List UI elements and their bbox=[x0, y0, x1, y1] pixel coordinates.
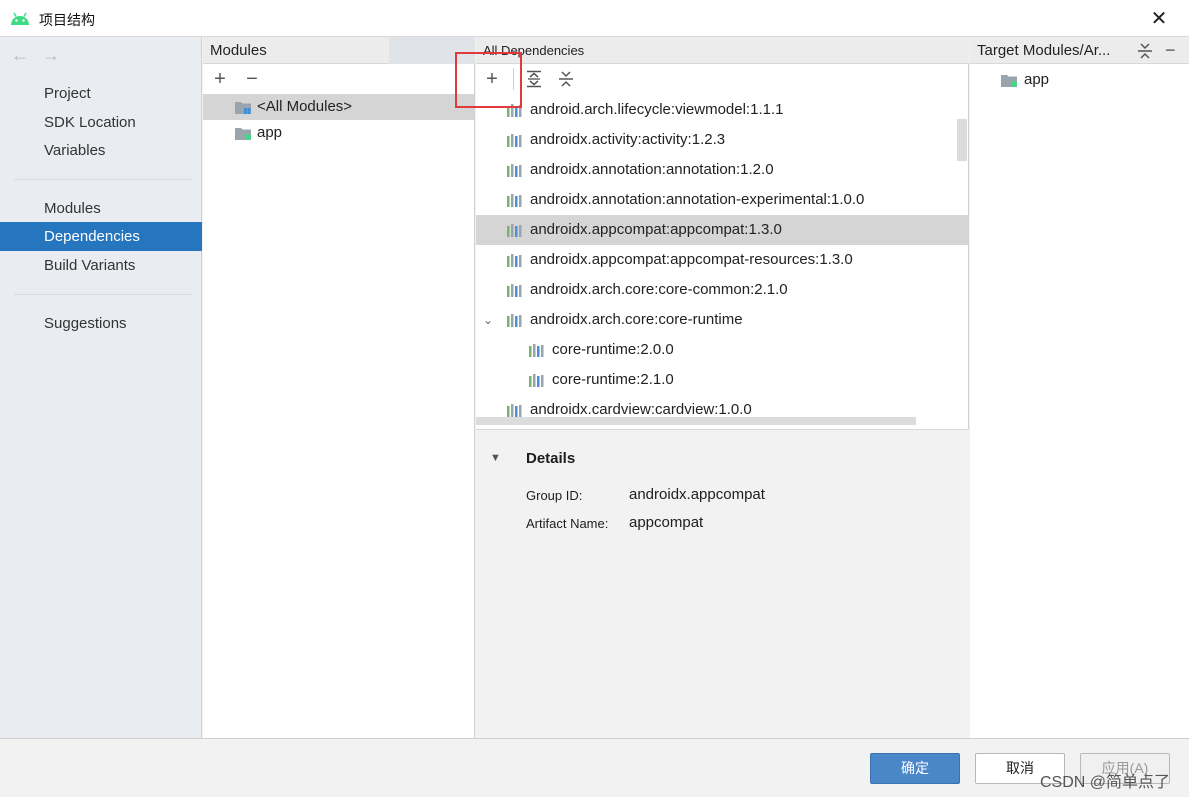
sidebar-divider bbox=[14, 294, 192, 295]
all-modules-icon bbox=[235, 102, 251, 114]
target-modules-panel: Target Modules/Ar... − app bbox=[970, 37, 1189, 738]
highlight-box bbox=[455, 52, 522, 108]
list-item[interactable]: core-runtime:2.0.0 bbox=[476, 335, 969, 365]
module-item-label: app bbox=[257, 124, 283, 141]
close-icon[interactable]: ✕ bbox=[1146, 6, 1172, 32]
modules-panel: Modules + − <All Modules> app bbox=[203, 37, 475, 738]
target-item-label: app bbox=[1024, 71, 1050, 88]
sidebar-item-modules[interactable]: Modules bbox=[0, 194, 202, 223]
dependencies-panel: All Dependencies + android.arch.lifecycl… bbox=[476, 37, 969, 738]
artifact-name-label: Artifact Name: bbox=[526, 516, 609, 531]
module-folder-icon bbox=[1001, 75, 1017, 87]
library-icon bbox=[529, 344, 544, 357]
remove-module-button[interactable]: − bbox=[242, 69, 262, 89]
dependency-label: androidx.arch.core:core-runtime bbox=[530, 311, 743, 328]
dependency-label: core-runtime:2.0.0 bbox=[552, 341, 674, 358]
details-section: ▼ Details Group ID: androidx.appcompat A… bbox=[476, 429, 969, 738]
title-bar: 项目结构 ✕ bbox=[0, 0, 1189, 37]
arrow-right-icon[interactable]: → bbox=[42, 45, 60, 66]
module-item-app[interactable]: app bbox=[203, 120, 474, 146]
dialog-footer: 确定 取消 应用(A) bbox=[0, 738, 1189, 797]
list-item[interactable]: android.arch.lifecycle:viewmodel:1.1.1 bbox=[476, 95, 969, 125]
artifact-name-value: appcompat bbox=[629, 514, 704, 531]
module-folder-icon bbox=[235, 128, 251, 140]
list-item[interactable]: androidx.annotation:annotation-experimen… bbox=[476, 185, 969, 215]
dependency-label: androidx.activity:activity:1.2.3 bbox=[530, 131, 726, 148]
library-icon bbox=[507, 254, 522, 267]
details-heading: Details bbox=[526, 450, 576, 467]
modules-title: Modules bbox=[210, 42, 267, 59]
dependency-list: android.arch.lifecycle:viewmodel:1.1.1 a… bbox=[476, 95, 969, 427]
ok-button[interactable]: 确定 bbox=[870, 753, 960, 784]
android-icon bbox=[11, 12, 29, 25]
list-item[interactable]: core-runtime:2.1.0 bbox=[476, 365, 969, 395]
sidebar-item-project[interactable]: Project bbox=[0, 79, 202, 108]
chevron-down-icon[interactable]: ⌄ bbox=[483, 305, 493, 335]
add-module-button[interactable]: + bbox=[210, 69, 230, 89]
library-icon bbox=[529, 374, 544, 387]
collapse-all-icon[interactable] bbox=[558, 70, 574, 88]
sidebar: ← → Project SDK Location Variables Modul… bbox=[0, 37, 202, 738]
list-item[interactable]: androidx.activity:activity:1.2.3 bbox=[476, 125, 969, 155]
library-icon bbox=[507, 134, 522, 147]
sidebar-item-suggestions[interactable]: Suggestions bbox=[0, 309, 202, 338]
minimize-icon[interactable]: − bbox=[1165, 40, 1176, 61]
list-item[interactable]: androidx.appcompat:appcompat:1.3.0 bbox=[476, 215, 969, 245]
collapse-all-icon[interactable] bbox=[1137, 42, 1153, 60]
dependency-label: androidx.arch.core:core-common:2.1.0 bbox=[530, 281, 788, 298]
list-item[interactable]: androidx.arch.core:core-common:2.1.0 bbox=[476, 275, 969, 305]
triangle-down-icon[interactable]: ▼ bbox=[490, 452, 501, 464]
module-item-label: <All Modules> bbox=[257, 98, 353, 115]
library-icon bbox=[507, 314, 522, 327]
dependency-label: android.arch.lifecycle:viewmodel:1.1.1 bbox=[530, 101, 784, 118]
arrow-left-icon[interactable]: ← bbox=[11, 45, 29, 66]
group-id-value: androidx.appcompat bbox=[629, 486, 765, 503]
dependency-label: androidx.appcompat:appcompat:1.3.0 bbox=[530, 221, 782, 238]
horizontal-scrollbar[interactable] bbox=[476, 417, 916, 425]
target-item-app[interactable]: app bbox=[970, 67, 1189, 93]
expand-all-icon[interactable] bbox=[526, 70, 542, 88]
window-title: 项目结构 bbox=[39, 12, 95, 28]
dependency-label: androidx.appcompat:appcompat-resources:1… bbox=[530, 251, 853, 268]
library-icon bbox=[507, 224, 522, 237]
sidebar-item-variables[interactable]: Variables bbox=[0, 136, 202, 165]
target-modules-title: Target Modules/Ar... bbox=[977, 42, 1111, 59]
dependency-label: androidx.annotation:annotation-experimen… bbox=[530, 191, 865, 208]
watermark: CSDN @简单点了 bbox=[1040, 774, 1171, 791]
list-item[interactable]: androidx.annotation:annotation:1.2.0 bbox=[476, 155, 969, 185]
module-item-all[interactable]: <All Modules> bbox=[203, 94, 474, 120]
dependency-label: androidx.annotation:annotation:1.2.0 bbox=[530, 161, 774, 178]
list-item[interactable]: androidx.appcompat:appcompat-resources:1… bbox=[476, 245, 969, 275]
group-id-label: Group ID: bbox=[526, 488, 583, 503]
dependencies-header: All Dependencies bbox=[476, 37, 969, 64]
dependency-label: core-runtime:2.1.0 bbox=[552, 371, 674, 388]
sidebar-item-build-variants[interactable]: Build Variants bbox=[0, 251, 202, 280]
library-icon bbox=[507, 284, 522, 297]
sidebar-item-dependencies[interactable]: Dependencies bbox=[0, 222, 202, 251]
library-icon bbox=[507, 164, 522, 177]
sidebar-divider bbox=[14, 179, 192, 180]
library-icon bbox=[507, 404, 522, 417]
sidebar-item-sdk-location[interactable]: SDK Location bbox=[0, 108, 202, 137]
target-modules-header: Target Modules/Ar... bbox=[970, 37, 1189, 64]
library-icon bbox=[507, 194, 522, 207]
vertical-scrollbar[interactable] bbox=[957, 119, 967, 161]
list-item[interactable]: ⌄ androidx.arch.core:core-runtime bbox=[476, 305, 969, 335]
